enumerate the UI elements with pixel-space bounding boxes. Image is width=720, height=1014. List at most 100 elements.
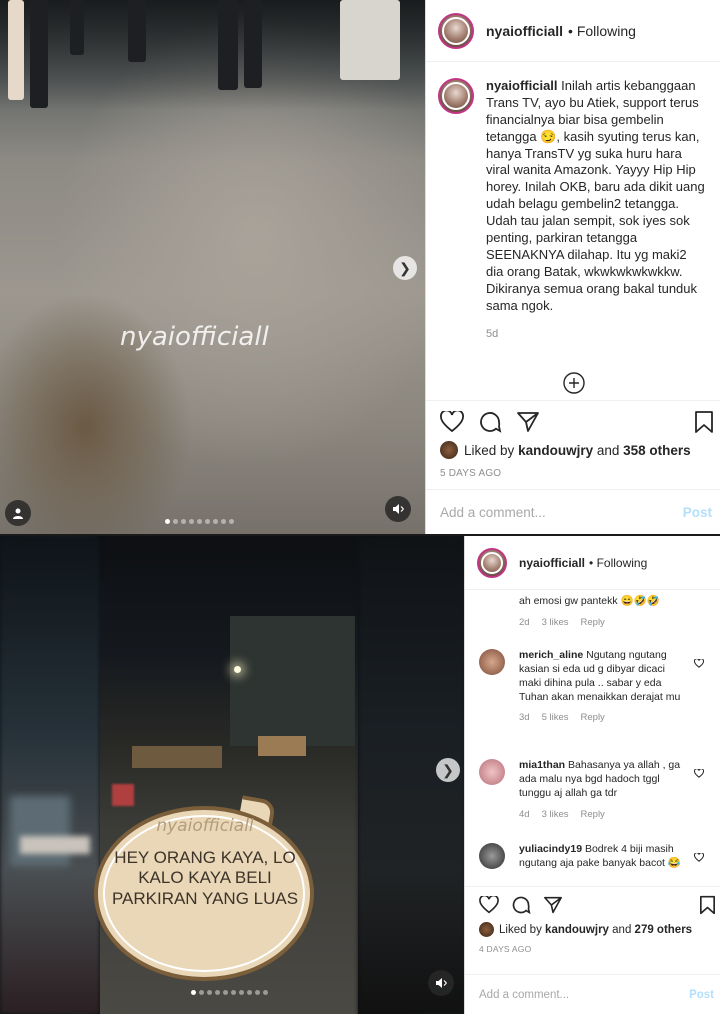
avatar[interactable] — [477, 547, 507, 578]
sound-icon[interactable] — [428, 970, 454, 996]
person-leg — [8, 0, 24, 100]
likes-others[interactable]: 279 others — [635, 924, 693, 936]
carousel-dot — [231, 990, 236, 995]
post-1-video[interactable]: nyaiofficiall ❯ — [0, 0, 425, 534]
carousel-dot — [199, 990, 204, 995]
reply-button[interactable]: Reply — [581, 617, 605, 628]
header-username[interactable]: nyaiofficiall — [486, 23, 563, 39]
comment-age: 3d — [519, 712, 530, 724]
bookmark-icon[interactable] — [699, 895, 716, 920]
reply-button[interactable]: Reply — [581, 712, 605, 723]
carousel-dot — [215, 990, 220, 995]
comment-heart-icon[interactable] — [693, 655, 705, 673]
avatar[interactable] — [438, 12, 474, 49]
header-username[interactable]: nyaiofficiall — [519, 556, 585, 570]
post-button[interactable]: Post — [683, 505, 712, 520]
post-2-video[interactable]: nyaiofficiall HEY ORANG KAYA, LO KALO KA… — [0, 536, 464, 1014]
street-light — [234, 666, 241, 673]
carousel-dot — [263, 990, 268, 995]
person-leg — [30, 0, 48, 108]
carousel-indicator — [165, 519, 234, 524]
divider — [426, 400, 720, 401]
carousel-dot — [229, 519, 234, 524]
caption-age: 5d — [486, 328, 499, 341]
comment-meta: 2d 3 likes Reply — [519, 617, 689, 628]
sound-icon[interactable] — [385, 496, 411, 522]
comment-likes[interactable]: 5 likes — [542, 712, 569, 723]
comment-icon[interactable] — [478, 410, 502, 439]
comment-likes[interactable]: 3 likes — [542, 809, 569, 820]
comment-meta: 3d 5 likes Reply — [519, 712, 689, 723]
person-leg — [244, 0, 262, 88]
post-date: 4 DAYS AGO — [479, 944, 532, 954]
comment-form: Add a comment... Post — [426, 489, 720, 534]
bubble-text: HEY ORANG KAYA, LO KALO KAYA BELI PARKIR… — [111, 848, 299, 908]
chair — [340, 0, 400, 80]
divider — [465, 886, 720, 887]
user-tag-icon[interactable] — [5, 500, 31, 526]
building — [230, 616, 355, 746]
likes-line: Liked by kandouwjry and 358 others — [440, 441, 691, 459]
carousel-dot — [221, 519, 226, 524]
comment-heart-icon[interactable] — [693, 765, 705, 783]
caption-username[interactable]: nyaiofficiall — [486, 78, 558, 93]
person-leg — [218, 0, 238, 90]
caption: nyaiofficiall Inilah artis kebanggaan Tr… — [486, 78, 706, 314]
carousel-dot — [223, 990, 228, 995]
avatar[interactable] — [479, 649, 505, 675]
carousel-dot — [213, 519, 218, 524]
chevron-right-icon[interactable]: ❯ — [436, 758, 460, 782]
bookmark-icon[interactable] — [694, 410, 714, 439]
carousel-dot — [239, 990, 244, 995]
video-watermark: nyaiofficiall — [120, 322, 269, 352]
caption-text: Inilah artis kebanggaan Trans TV, ayo bu… — [486, 78, 705, 313]
comment-text: ah emosi gw pantekk 😄🤣🤣 — [519, 595, 660, 607]
post-button[interactable]: Post — [689, 989, 714, 1001]
comment-input[interactable]: Add a comment... — [440, 505, 546, 520]
carousel-dot — [189, 519, 194, 524]
comment-username[interactable]: mia1than — [519, 759, 565, 771]
heart-icon[interactable] — [440, 409, 464, 438]
comment-username[interactable]: yuliacindy19 — [519, 843, 582, 855]
carousel-dot — [181, 519, 186, 524]
bubble-watermark: nyaiofficiall — [156, 816, 254, 836]
comment-icon[interactable] — [511, 895, 531, 920]
comment-heart-icon[interactable] — [693, 849, 705, 867]
avatar[interactable] — [479, 759, 505, 785]
list-item: mia1than Bahasanya ya allah , ga ada mal… — [465, 759, 720, 820]
following-status[interactable]: • Following — [589, 556, 647, 570]
avatar[interactable] — [438, 78, 474, 114]
liker-username[interactable]: kandouwjry — [518, 443, 593, 458]
comment-input[interactable]: Add a comment... — [479, 989, 569, 1001]
liker-avatar[interactable] — [440, 441, 458, 459]
share-icon[interactable] — [516, 411, 540, 438]
lit-window — [258, 736, 306, 756]
share-icon[interactable] — [543, 896, 563, 919]
heart-icon[interactable] — [479, 894, 499, 919]
post-1-details-panel: nyaiofficiall • Following nyaiofficiall … — [425, 0, 720, 534]
comment-likes[interactable]: 3 likes — [542, 617, 569, 628]
chevron-right-icon[interactable]: ❯ — [393, 256, 417, 280]
red-light — [112, 784, 134, 806]
likes-joiner: and — [612, 923, 632, 936]
action-bar — [440, 409, 540, 439]
likes-prefix: Liked by — [499, 923, 542, 936]
liker-username[interactable]: kandouwjry — [545, 924, 609, 936]
liker-avatar[interactable] — [479, 922, 494, 937]
carousel-dot — [173, 519, 178, 524]
add-icon[interactable] — [563, 372, 585, 399]
likes-others[interactable]: 358 others — [623, 443, 691, 458]
comment-username[interactable]: merich_aline — [519, 649, 583, 661]
following-status[interactable]: • Following — [568, 23, 636, 39]
comments-list: ah emosi gw pantekk 😄🤣🤣 2d 3 likes Reply… — [465, 591, 720, 885]
list-item: yuliacindy19 Bodrek 4 biji masih ngutang… — [465, 843, 720, 871]
post-header: nyaiofficiall • Following — [465, 536, 720, 590]
post-2-details-panel: nyaiofficiall • Following ah emosi gw pa… — [464, 536, 720, 1014]
carousel-dot — [205, 519, 210, 524]
comment-body: merich_aline Ngutang ngutang kasian si e… — [519, 649, 689, 704]
caption-row: nyaiofficiall Inilah artis kebanggaan Tr… — [438, 78, 706, 340]
comment-form: Add a comment... Post — [465, 974, 720, 1014]
reply-button[interactable]: Reply — [581, 809, 605, 820]
avatar[interactable] — [479, 843, 505, 869]
comment-body: yuliacindy19 Bodrek 4 biji masih ngutang… — [519, 843, 689, 871]
